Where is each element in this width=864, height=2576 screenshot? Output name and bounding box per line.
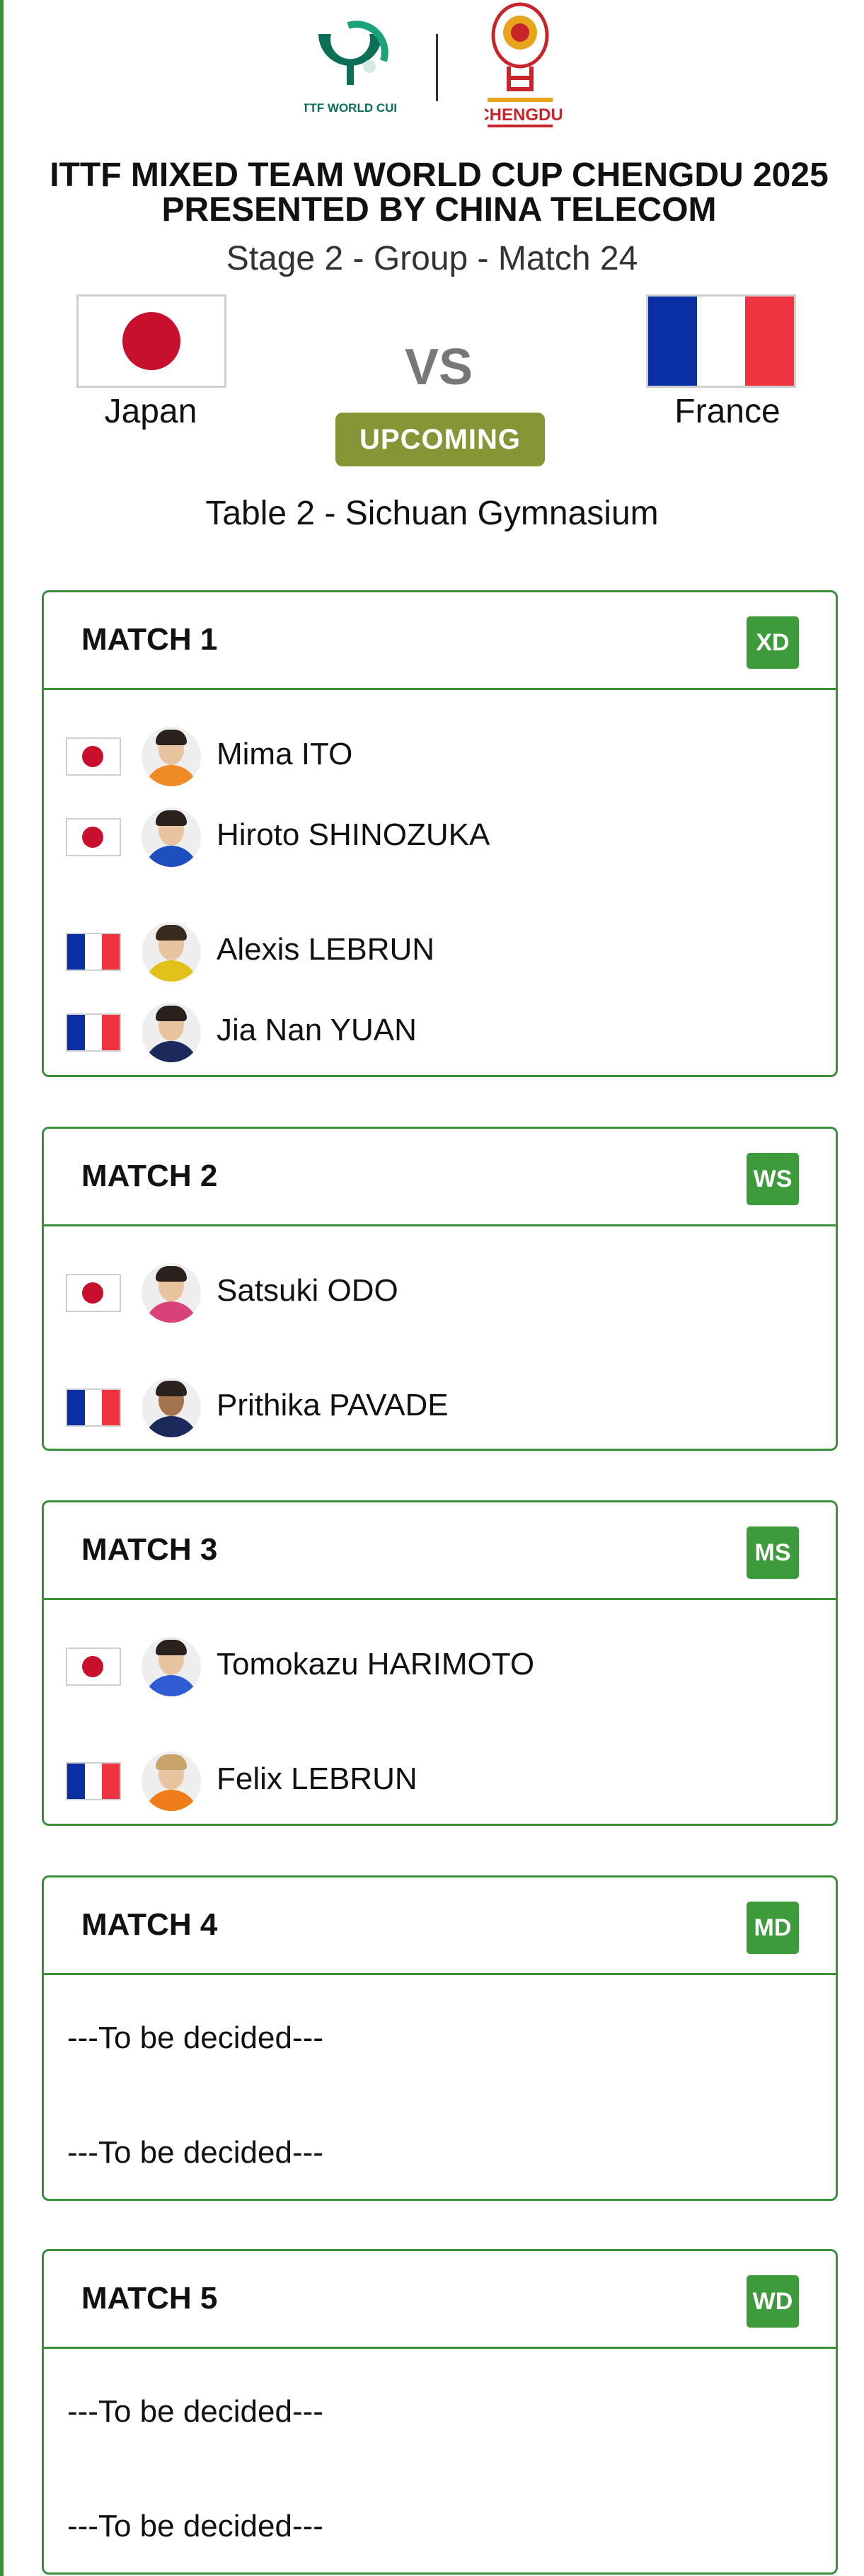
logo-bar: ITTF WORLD CUP CHENGDU [304,0,587,134]
chengdu-logo-text: CHENGDU [485,105,563,125]
match-card-header: MATCH 3 MS [44,1502,836,1600]
stage-label: Stage 2 - Group - Match 24 [226,240,638,277]
match-title: MATCH 3 [81,1532,218,1567]
france-flag [646,294,796,388]
match-type-badge: MD [747,1902,799,1954]
versus-label: VS [404,339,473,396]
home-tbd-label: ---To be decided--- [67,2020,323,2055]
player-avatar [142,1637,201,1696]
match-card-header: MATCH 4 MD [44,1878,836,1975]
player-avatar [142,1263,201,1323]
match-type-badge: WD [747,2275,799,2328]
japan-flag-icon [66,737,121,776]
player-avatar [142,922,201,982]
match-card-1[interactable]: MATCH 1 XD Mima ITO Hiroto SHINOZUKA Ale… [42,590,838,1077]
player-avatar [142,1378,201,1437]
match-title: MATCH 2 [81,1158,218,1193]
player-name[interactable]: Jia Nan YUAN [217,1013,417,1048]
match-title: MATCH 1 [81,622,218,657]
venue-label: Table 2 - Sichuan Gymnasium [205,495,659,532]
japan-flag [76,294,226,388]
france-flag-icon [66,1762,121,1800]
away-tbd-label: ---To be decided--- [67,2509,323,2543]
home-team-name: Japan [104,393,197,430]
player-row[interactable]: Jia Nan YUAN [44,997,836,1068]
match-card-header: MATCH 2 WS [44,1129,836,1226]
away-team-name: France [674,393,781,430]
match-card-header: MATCH 1 XD [44,592,836,690]
player-avatar [142,727,201,786]
player-name[interactable]: Felix LEBRUN [217,1761,417,1797]
japan-flag-icon [66,1274,121,1312]
player-name[interactable]: Prithika PAVADE [217,1388,449,1423]
player-name[interactable]: Satsuki ODO [217,1273,398,1309]
player-name[interactable]: Alexis LEBRUN [217,932,434,967]
match-status-badge: UPCOMING [335,413,545,466]
france-flag-icon [66,1013,121,1052]
chengdu-event-logo: CHENGDU [485,2,563,127]
match-title: MATCH 5 [81,2281,218,2316]
match-card-2[interactable]: MATCH 2 WS Satsuki ODO Prithika PAVADE [42,1127,838,1451]
ittf-logo-text: ITTF WORLD CUP [304,101,396,115]
player-avatar [142,1003,201,1062]
player-avatar [142,1752,201,1811]
match-type-badge: XD [747,616,799,669]
japan-flag-icon [66,818,121,856]
player-row[interactable]: Prithika PAVADE [44,1372,836,1443]
player-row[interactable]: Alexis LEBRUN [44,916,836,987]
player-name[interactable]: Hiroto SHINOZUKA [217,817,490,853]
match-card-5[interactable]: MATCH 5 WD ---To be decided--- ---To be … [42,2249,838,2575]
match-type-badge: MS [747,1526,799,1579]
player-name[interactable]: Mima ITO [217,737,352,772]
match-type-badge: WS [747,1153,799,1205]
match-card-3[interactable]: MATCH 3 MS Tomokazu HARIMOTO Felix LEBRU… [42,1500,838,1826]
ittf-world-cup-logo: ITTF WORLD CUP [304,21,396,115]
away-tbd-label: ---To be decided--- [67,2135,323,2170]
event-title-line-2: PRESENTED BY CHINA TELECOM [161,191,717,229]
player-row[interactable]: Satsuki ODO [44,1258,836,1328]
player-row[interactable]: Hiroto SHINOZUKA [44,802,836,873]
japan-flag-icon [66,1648,121,1686]
match-card-header: MATCH 5 WD [44,2251,836,2349]
player-row[interactable]: Felix LEBRUN [44,1746,836,1817]
logo-divider [436,34,438,101]
event-title-line-1: ITTF MIXED TEAM WORLD CUP CHENGDU 2025 [50,156,829,194]
home-tbd-label: ---To be decided--- [67,2394,323,2429]
france-flag-icon [66,1388,121,1427]
match-title: MATCH 4 [81,1907,218,1942]
player-avatar [142,807,201,867]
player-name[interactable]: Tomokazu HARIMOTO [217,1647,534,1682]
match-header: ITTF WORLD CUP CHENGDU ITTF MIXED TEAM W… [0,0,864,559]
player-row[interactable]: Mima ITO [44,721,836,792]
france-flag-icon [66,933,121,971]
match-card-4[interactable]: MATCH 4 MD ---To be decided--- ---To be … [42,1875,838,2201]
player-row[interactable]: Tomokazu HARIMOTO [44,1631,836,1702]
